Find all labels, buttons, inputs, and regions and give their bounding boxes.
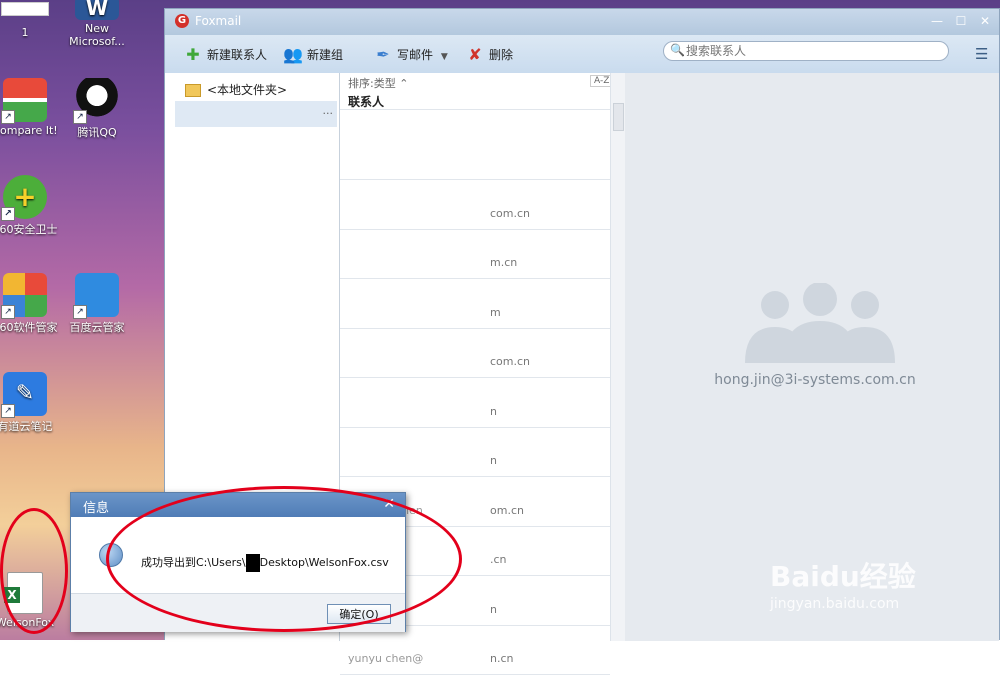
desktop-icon-word-doc[interactable]: W New Microsof... <box>62 0 132 48</box>
sort-dropdown[interactable]: 排序:类型 ⌃ <box>348 75 408 91</box>
contact-email: com.cn <box>490 355 531 368</box>
shortcut-arrow-icon: ↗ <box>1 207 15 221</box>
desktop-icon-label: 360软件管家 <box>0 321 58 334</box>
desktop-icon-1[interactable]: 1 <box>0 2 60 39</box>
dialog-title: 信息 <box>83 501 110 516</box>
360-safe-icon: + ↗ <box>1 175 47 221</box>
write-mail-label: 写邮件 <box>397 48 434 62</box>
desktop-icon-qq[interactable]: ↗ 腾讯QQ <box>62 78 132 140</box>
list-divider <box>340 476 610 477</box>
group-header: 联系人 <box>348 95 385 109</box>
desktop-icon-label: Compare It! <box>0 124 58 137</box>
compare-it-icon: ↗ <box>1 78 47 124</box>
local-folder-label: <本地文件夹> <box>207 83 288 97</box>
contact-name: yunyu chen@ <box>348 652 424 665</box>
local-folder[interactable]: <本地文件夹> <box>185 81 287 98</box>
feather-pen-icon: ✒ <box>376 45 390 64</box>
desktop-icon-label: 腾讯QQ <box>77 126 117 139</box>
360-software-icon: ↗ <box>1 273 47 319</box>
desktop-icon-360-software[interactable]: ↗ 360软件管家 <box>0 273 60 335</box>
desktop-icon-youdao-note[interactable]: ✎ ↗ 有道云笔记 <box>0 372 60 434</box>
baidu-cloud-icon: ↗ <box>73 273 119 319</box>
annotation-circle-file <box>0 508 68 634</box>
contact-email: hong.jin@3i-systems.com.cn <box>714 372 916 388</box>
title-bar[interactable]: G Foxmail — ☐ ✕ <box>165 9 999 35</box>
contact-email: m.cn <box>490 256 518 269</box>
new-contact-label: 新建联系人 <box>207 48 268 62</box>
new-contact-button[interactable]: ✚ 新建联系人 <box>183 45 267 65</box>
chevron-down-icon[interactable]: ▼ <box>441 52 448 62</box>
annotation-circle-message <box>106 486 462 632</box>
contact-email: n <box>490 454 497 467</box>
youdao-note-icon: ✎ ↗ <box>1 372 47 418</box>
delete-button[interactable]: ✘ 删除 <box>465 45 513 65</box>
baidu-watermark: Baidu经验 <box>770 560 916 593</box>
list-divider <box>340 228 610 230</box>
list-divider <box>340 179 610 180</box>
plus-icon: ✚ <box>186 45 200 64</box>
window-title: Foxmail <box>195 14 242 28</box>
shortcut-arrow-icon: ↗ <box>1 110 15 124</box>
new-group-button[interactable]: 👥 新建组 <box>283 45 343 65</box>
more-options-icon[interactable]: ··· <box>323 107 334 120</box>
list-divider <box>340 278 610 279</box>
sort-label: 排序:类型 <box>348 77 396 90</box>
contact-search[interactable]: 🔍 <box>663 41 949 61</box>
contact-email: n.cn <box>490 652 514 665</box>
divider <box>340 109 610 110</box>
search-icon: 🔍 <box>670 43 685 57</box>
chevron-up-icon: ⌃ <box>399 77 409 90</box>
maximize-icon[interactable]: ☐ <box>953 13 969 29</box>
folder-icon <box>185 84 201 97</box>
selected-address-book[interactable]: ··· <box>175 101 337 127</box>
desktop-icon-label: 百度云管家 <box>69 321 125 334</box>
delete-icon: ✘ <box>468 45 482 64</box>
contact-email: .cn <box>490 553 507 566</box>
list-scrollbar[interactable] <box>610 73 625 641</box>
qq-penguin-icon: ↗ <box>73 78 119 124</box>
contact-email: m <box>490 305 501 319</box>
baidu-watermark-url: jingyan.baidu.com <box>770 596 900 612</box>
group-icon: 👥 <box>283 45 303 64</box>
shortcut-arrow-icon: ↗ <box>73 305 87 319</box>
desktop-icon-label: New Microsof... <box>69 22 125 48</box>
write-mail-button[interactable]: ✒ 写邮件 ▼ <box>373 45 448 65</box>
list-divider <box>340 426 610 428</box>
desktop-icon-baidu-cloud[interactable]: ↗ 百度云管家 <box>62 273 132 335</box>
desktop-icon-label: 360安全卫士 <box>0 223 58 236</box>
menu-icon[interactable]: ☰ <box>975 45 988 63</box>
contacts-placeholder-icon <box>745 283 895 363</box>
delete-label: 删除 <box>489 48 514 62</box>
search-input[interactable] <box>684 43 938 59</box>
minimize-icon[interactable]: — <box>929 13 945 29</box>
list-divider <box>340 377 610 378</box>
file-icon <box>1 2 49 16</box>
desktop-icon-360-safe[interactable]: +↗ 360安全卫士 <box>0 175 60 237</box>
contact-email: om.cn <box>490 503 524 517</box>
shortcut-arrow-icon: ↗ <box>1 404 15 418</box>
contact-email: com.cn <box>490 206 531 220</box>
shortcut-arrow-icon: ↗ <box>1 305 15 319</box>
contact-email: n <box>490 404 497 418</box>
desktop-icon-compare-it[interactable]: ↗ Compare It! <box>0 78 60 137</box>
scrollbar-thumb[interactable] <box>613 103 624 131</box>
close-icon[interactable]: ✕ <box>977 13 993 29</box>
desktop-icon-label: 1 <box>21 26 29 39</box>
desktop-icon-label: 有道云笔记 <box>0 420 53 433</box>
foxmail-logo-icon: G <box>175 14 189 28</box>
shortcut-arrow-icon: ↗ <box>73 110 87 124</box>
list-divider <box>340 327 610 329</box>
word-icon: W <box>75 0 119 20</box>
new-group-label: 新建组 <box>307 48 344 62</box>
contact-email: n <box>490 602 497 616</box>
